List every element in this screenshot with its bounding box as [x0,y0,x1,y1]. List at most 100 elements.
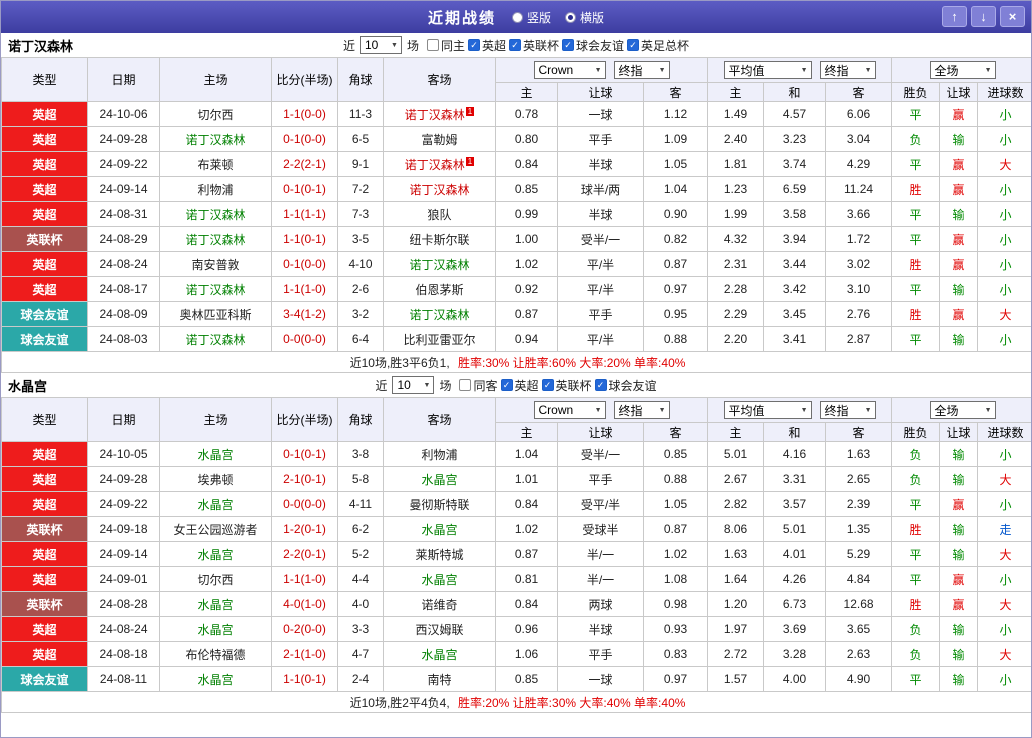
match-date-cell: 24-09-18 [87,516,160,542]
score-cell: 1-1(0-1) [271,666,338,692]
col-header-handicap: 让球 [939,82,979,102]
avg-away-odds-cell: 1.35 [825,516,893,542]
score-cell: 0-0(0-0) [271,326,338,352]
recent-count-select[interactable]: 10 ▼ [392,376,435,394]
filter-row: 诺丁汉森林 近 10 ▼ 场 同主 ✓ 英超 ✓ 英联杯 ✓ 球会友谊 ✓ 英足总杯 [1,33,1031,57]
checkbox-checked-icon[interactable]: ✓ [627,39,640,51]
checkbox-checked-icon[interactable]: ✓ [562,39,575,51]
result-cell: 负 [891,616,941,642]
avg-home-odds-cell: 2.29 [707,301,765,327]
move-up-button[interactable]: ↑ [942,6,967,27]
ah-away-odds-cell: 0.87 [642,516,709,542]
filter-checkbox[interactable]: ✓ 英超 [500,377,539,394]
checkbox-checked-icon[interactable]: ✓ [500,379,513,391]
league-badge: 英联杯 [1,516,88,542]
final-index-select[interactable]: 终指 ▼ [613,61,670,79]
fulltime-select[interactable]: 全场 ▼ [929,401,996,419]
avg-away-odds-cell: 12.68 [825,591,893,617]
recent-count-select[interactable]: 10 ▼ [359,36,402,54]
score-cell: 2-2(2-1) [271,151,338,177]
match-date-cell: 24-10-05 [87,441,160,467]
avg-home-odds-cell: 1.81 [707,151,765,177]
result-cell: 负 [891,466,941,492]
score-cell: 0-1(0-1) [271,176,338,202]
filter-checkbox[interactable]: ✓ 英联杯 [541,377,592,394]
recent-results-window: 近期战绩 竖版 横版 ↑ ↓ × 诺丁汉森林 近 10 ▼ 场 同主 ✓ 英超 ✓ 英联杯… [0,0,1032,738]
avg-home-odds-cell: 2.72 [707,641,765,667]
score-cell: 0-0(0-0) [271,491,338,517]
ah-line-cell: 平/半 [557,276,644,302]
ah-home-odds-cell: 0.92 [495,276,558,302]
result-cell: 负 [891,126,941,152]
league-badge: 英超 [1,101,88,127]
final-index-select[interactable]: 终指 ▼ [819,401,876,419]
ah-away-odds-cell: 0.88 [642,326,709,352]
bookmaker-select[interactable]: Crown ▼ [533,61,606,79]
avg-draw-odds-cell: 4.26 [763,566,827,592]
filter-checkbox[interactable]: ✓ 球会友谊 [594,377,657,394]
home-team-cell: 水晶宫 [159,616,272,642]
avg-home-odds-cell: 8.06 [707,516,765,542]
checkbox-checked-icon[interactable]: ✓ [467,39,480,51]
result-cell: 平 [891,151,941,177]
avg-draw-odds-cell: 4.16 [763,441,827,467]
move-down-button[interactable]: ↓ [971,6,996,27]
summary-row: 近10场,胜2平4负4, 胜率:20% 让胜率:30% 大率:40% 单率:40… [1,691,1031,713]
final-index-select[interactable]: 终指 ▼ [819,61,876,79]
radio-icon[interactable] [565,11,576,23]
filter-checkbox[interactable]: ✓ 英联杯 [509,37,559,54]
avg-away-odds-cell: 1.63 [825,441,893,467]
checkbox-checked-icon[interactable]: ✓ [509,39,521,51]
handicap-result-cell: 输 [939,516,979,542]
page-title: 近期战绩 [427,9,496,27]
col-header-home: 主场 [159,57,272,102]
fulltime-result-group: 全场 ▼ [891,57,1031,83]
ah-line-cell: 两球 [557,591,644,617]
col-header-away: 客场 [383,397,496,442]
result-cell: 负 [891,641,941,667]
checkbox-unchecked-icon[interactable] [459,379,472,391]
team-name: 诺丁汉森林 [8,38,74,54]
score-cell: 2-2(0-1) [271,541,338,567]
avg-away-odds-cell: 2.65 [825,466,893,492]
checkbox-unchecked-icon[interactable] [426,39,439,51]
corners-cell: 4-7 [337,641,384,667]
final-index-select-value: 终指 [824,63,849,78]
result-cell: 胜 [891,591,941,617]
bookmaker-select[interactable]: Crown ▼ [533,401,606,419]
average-odds-group: 平均值 ▼ 终指 ▼ [707,57,893,83]
filter-checkbox[interactable]: ✓ 球会友谊 [562,37,624,54]
average-select[interactable]: 平均值 ▼ [723,401,812,419]
checkbox-checked-icon[interactable]: ✓ [541,379,554,391]
ah-line-cell: 受球半 [557,516,644,542]
col-header-ah-home: 主 [495,82,558,102]
league-badge: 英超 [1,541,88,567]
filter-checkbox[interactable]: ✓ 英超 [467,37,506,54]
match-date-cell: 24-09-22 [87,151,160,177]
close-button[interactable]: × [1000,6,1025,27]
filter-checkbox[interactable]: ✓ 英足总杯 [627,37,689,54]
checkbox-label: 球会友谊 [608,378,657,393]
away-team-cell: 水晶宫 [383,641,496,667]
corners-cell: 11-3 [337,101,384,127]
bookmaker-select-value: Crown [538,403,574,417]
filter-checkbox[interactable]: 同客 [459,377,498,394]
layout-option-vertical[interactable]: 竖版 [511,9,551,26]
final-index-select[interactable]: 终指 ▼ [613,401,670,419]
league-badge: 球会友谊 [1,301,88,327]
radio-icon[interactable] [511,11,523,23]
layout-option-horizontal[interactable]: 横版 [565,9,604,26]
filter-checkbox[interactable]: 同主 [426,37,465,54]
away-team-cell: 诺丁汉森林 1 [383,101,496,127]
ah-home-odds-cell: 0.85 [495,666,558,692]
match-date-cell: 24-08-28 [87,591,160,617]
avg-away-odds-cell: 1.72 [825,226,893,252]
average-select[interactable]: 平均值 ▼ [723,61,812,79]
handicap-result-cell: 输 [939,276,979,302]
recent-count-value: 10 [364,38,379,52]
fulltime-select[interactable]: 全场 ▼ [929,61,996,79]
match-date-cell: 24-08-03 [87,326,160,352]
match-row: 英超 24-09-14 水晶宫 2-2(0-1) 5-2 莱斯特城 0.87 半/一 1.02 1… [1,541,1031,567]
col-header-avg-away: 客 [825,82,893,102]
checkbox-checked-icon[interactable]: ✓ [594,379,607,391]
